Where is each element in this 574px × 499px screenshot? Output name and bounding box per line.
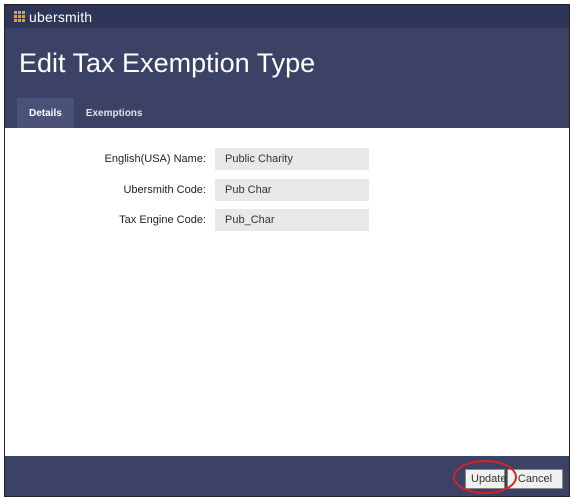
tax-engine-code-field[interactable] <box>215 209 369 231</box>
update-button[interactable]: Update <box>465 469 506 489</box>
brand-bar: ubersmith <box>5 5 569 28</box>
english-name-label: English(USA) Name: <box>104 153 206 165</box>
form-row-ubersmith-code: Ubersmith Code: <box>5 179 569 201</box>
tab-exemptions[interactable]: Exemptions <box>74 98 155 128</box>
footer-bar: Update Cancel <box>5 456 569 496</box>
form-row-english-name: English(USA) Name: <box>5 148 569 170</box>
cancel-button[interactable]: Cancel <box>507 469 563 489</box>
ubersmith-code-field[interactable] <box>215 179 369 201</box>
tax-engine-code-label: Tax Engine Code: <box>119 214 206 226</box>
details-form: English(USA) Name: Ubersmith Code: Tax E… <box>5 128 569 459</box>
ubersmith-logo-icon <box>14 11 25 22</box>
tab-details[interactable]: Details <box>17 98 74 128</box>
tab-bar: Details Exemptions <box>5 98 569 128</box>
title-bar: Edit Tax Exemption Type <box>5 28 569 98</box>
english-name-field[interactable] <box>215 148 369 170</box>
form-row-tax-engine-code: Tax Engine Code: <box>5 209 569 231</box>
page-title: Edit Tax Exemption Type <box>19 48 316 78</box>
brand-name: ubersmith <box>29 8 93 25</box>
edit-tax-exemption-window: ubersmith Edit Tax Exemption Type Detail… <box>4 4 570 497</box>
ubersmith-code-label: Ubersmith Code: <box>123 184 206 196</box>
